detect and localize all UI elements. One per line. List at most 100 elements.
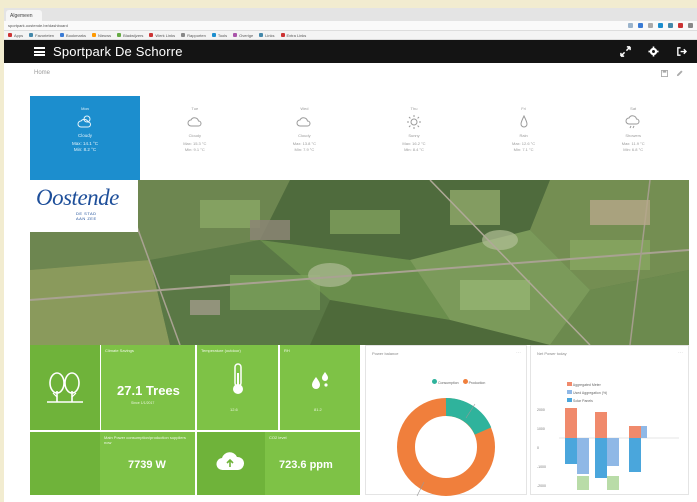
bookmark-item[interactable]: Apps xyxy=(8,33,23,38)
logout-icon[interactable] xyxy=(675,46,687,58)
solar-bar xyxy=(565,438,577,464)
meter-bar xyxy=(595,412,607,438)
panel-menu-icon[interactable]: ⋯ xyxy=(678,350,683,356)
metric-tiles: Climate Savings 27.1 Trees Since 1/1/201… xyxy=(30,345,360,495)
day-condition: Sunny xyxy=(408,133,420,138)
panel-title: Net Power today xyxy=(537,351,567,356)
bookmark-item[interactable]: Bookmarks xyxy=(60,33,86,38)
day-label: Thu xyxy=(410,106,418,111)
fullscreen-icon[interactable] xyxy=(619,46,631,58)
bookmark-item[interactable]: Tools xyxy=(211,33,227,38)
panel-menu-icon[interactable]: ⋯ xyxy=(516,350,521,356)
y-tick-label: 0 xyxy=(537,446,539,450)
donut-legend: Consumption Production xyxy=(432,379,485,385)
day-condition: Rain xyxy=(519,133,528,138)
extension-icon[interactable] xyxy=(628,23,633,28)
bookmark-item[interactable]: Favorieten xyxy=(29,33,54,38)
extension-icon[interactable] xyxy=(648,23,653,28)
breadcrumb: Home xyxy=(4,63,697,83)
day-min: Min: 6.8 °C xyxy=(623,147,644,152)
y-tick-label: -2000 xyxy=(537,484,546,488)
url-text[interactable]: sportpark.oostende.be/dashboard xyxy=(8,23,88,28)
solar-bar xyxy=(595,438,607,478)
temperature-tile: Temperature (outdoor) 12.6 xyxy=(197,345,278,430)
sun-icon xyxy=(406,114,422,130)
weather-day-2[interactable]: Tue Cloudy Max: 15.3 °C Min: 9.1 °C xyxy=(140,96,250,181)
bookmark-item[interactable]: Links xyxy=(259,33,275,38)
legend-production: Production xyxy=(462,379,485,385)
day-min: Min: 7.9 °C xyxy=(294,147,315,152)
day-label: Tue xyxy=(191,106,199,111)
bookmark-icon xyxy=(8,33,12,37)
bookmark-icon xyxy=(181,33,186,37)
bookmark-item[interactable]: Werk Links xyxy=(149,33,175,38)
tile-label: RH xyxy=(284,348,290,353)
bookmark-item[interactable]: Rapporten xyxy=(181,33,206,38)
day-max: Max: 15.3 °C xyxy=(183,141,207,146)
address-bar[interactable]: sportpark.oostende.be/dashboard xyxy=(4,21,697,31)
bookmark-item[interactable]: Extra Links xyxy=(280,33,306,38)
day-min: Min: 8.2 °C xyxy=(73,147,97,152)
bookmark-item[interactable]: Overige xyxy=(233,33,253,38)
trees-icon xyxy=(47,372,83,403)
extension-icon[interactable] xyxy=(668,23,673,28)
tile-label: Climate Savings xyxy=(105,348,134,353)
logo-tagline-2: AAN ZEE xyxy=(76,215,97,221)
trees-since: Since 1/1/2017 xyxy=(131,401,155,405)
bookmark-icon xyxy=(92,33,97,37)
humidity-tile: RH 81.2 xyxy=(280,345,360,430)
menu-icon[interactable] xyxy=(34,47,45,56)
tile-label: Main Power consumption/production suppli… xyxy=(104,435,186,446)
co2-value: 723.6 ppm xyxy=(279,459,333,471)
breadcrumb-home[interactable]: Home xyxy=(34,70,50,76)
power-icon-area xyxy=(30,432,100,495)
bookmark-icon xyxy=(233,33,238,37)
day-condition: Cloudy xyxy=(298,133,311,138)
consumption-slice xyxy=(445,397,492,436)
day-label: Wed xyxy=(300,106,309,111)
solar-bar xyxy=(629,438,641,472)
weather-day-6[interactable]: Sat Showers Max: 11.9 °C Min: 6.8 °C xyxy=(578,96,688,181)
app-header: Sportpark De Schorre xyxy=(4,40,697,63)
agg-bar xyxy=(577,438,589,474)
aerial-map: Oostende DE STAD AAN ZEE xyxy=(30,180,689,345)
meter-bar xyxy=(629,426,641,438)
gear-icon[interactable] xyxy=(647,46,659,58)
y-axis: 2000 1000 0 -1000 -2000 xyxy=(537,408,546,488)
legend-agg: Used Aggregation (%) xyxy=(567,390,607,395)
net-power-panel: Net Power today ⋯ Aggregated Meter Used … xyxy=(530,345,689,495)
tab-bar: Algemeen xyxy=(4,8,697,21)
rain-icon xyxy=(516,114,532,130)
oostende-logo: Oostende DE STAD AAN ZEE xyxy=(30,180,138,232)
weather-day-5[interactable]: Fri Rain Max: 12.6 °C Min: 7.1 °C xyxy=(469,96,579,181)
save-icon[interactable] xyxy=(661,64,668,82)
day-min: Min: 7.1 °C xyxy=(513,147,534,152)
y-tick-label: 1000 xyxy=(537,427,545,431)
bookmark-icon xyxy=(117,33,122,37)
day-label: Fri xyxy=(521,106,526,111)
bookmark-item[interactable]: Nieuws xyxy=(92,33,111,38)
weather-day-1[interactable]: Mon Cloudy Max: 14.1 °C Min: 8.2 °C xyxy=(30,96,140,181)
day-label: Mon xyxy=(81,106,89,111)
bookmark-icon xyxy=(259,33,264,37)
browser-tab[interactable]: Algemeen xyxy=(6,10,42,21)
day-condition: Cloudy xyxy=(188,133,202,138)
extra-bar xyxy=(607,476,619,490)
menu-icon[interactable] xyxy=(688,23,693,28)
extension-icon[interactable] xyxy=(678,23,683,28)
y-tick-label: -1000 xyxy=(537,465,546,469)
agg-bar xyxy=(641,426,647,438)
cloud-icon xyxy=(187,114,203,130)
legend-meter: Aggregated Meter xyxy=(567,382,607,387)
extension-icon[interactable] xyxy=(638,23,643,28)
day-max: Max: 11.9 °C xyxy=(621,141,645,146)
net-power-chart xyxy=(559,408,679,490)
weather-day-3[interactable]: Wed Cloudy Max: 13.8 °C Min: 7.9 °C xyxy=(250,96,360,181)
bookmark-item[interactable]: Bladwijzers xyxy=(117,33,143,38)
weather-day-4[interactable]: Thu Sunny Max: 16.2 °C Min: 8.4 °C xyxy=(359,96,469,181)
edit-icon[interactable] xyxy=(676,64,683,82)
extension-icon[interactable] xyxy=(658,23,663,28)
day-max: Max: 14.1 °C xyxy=(71,141,99,146)
day-min: Min: 9.1 °C xyxy=(184,147,205,152)
bookmark-icon xyxy=(149,33,154,37)
